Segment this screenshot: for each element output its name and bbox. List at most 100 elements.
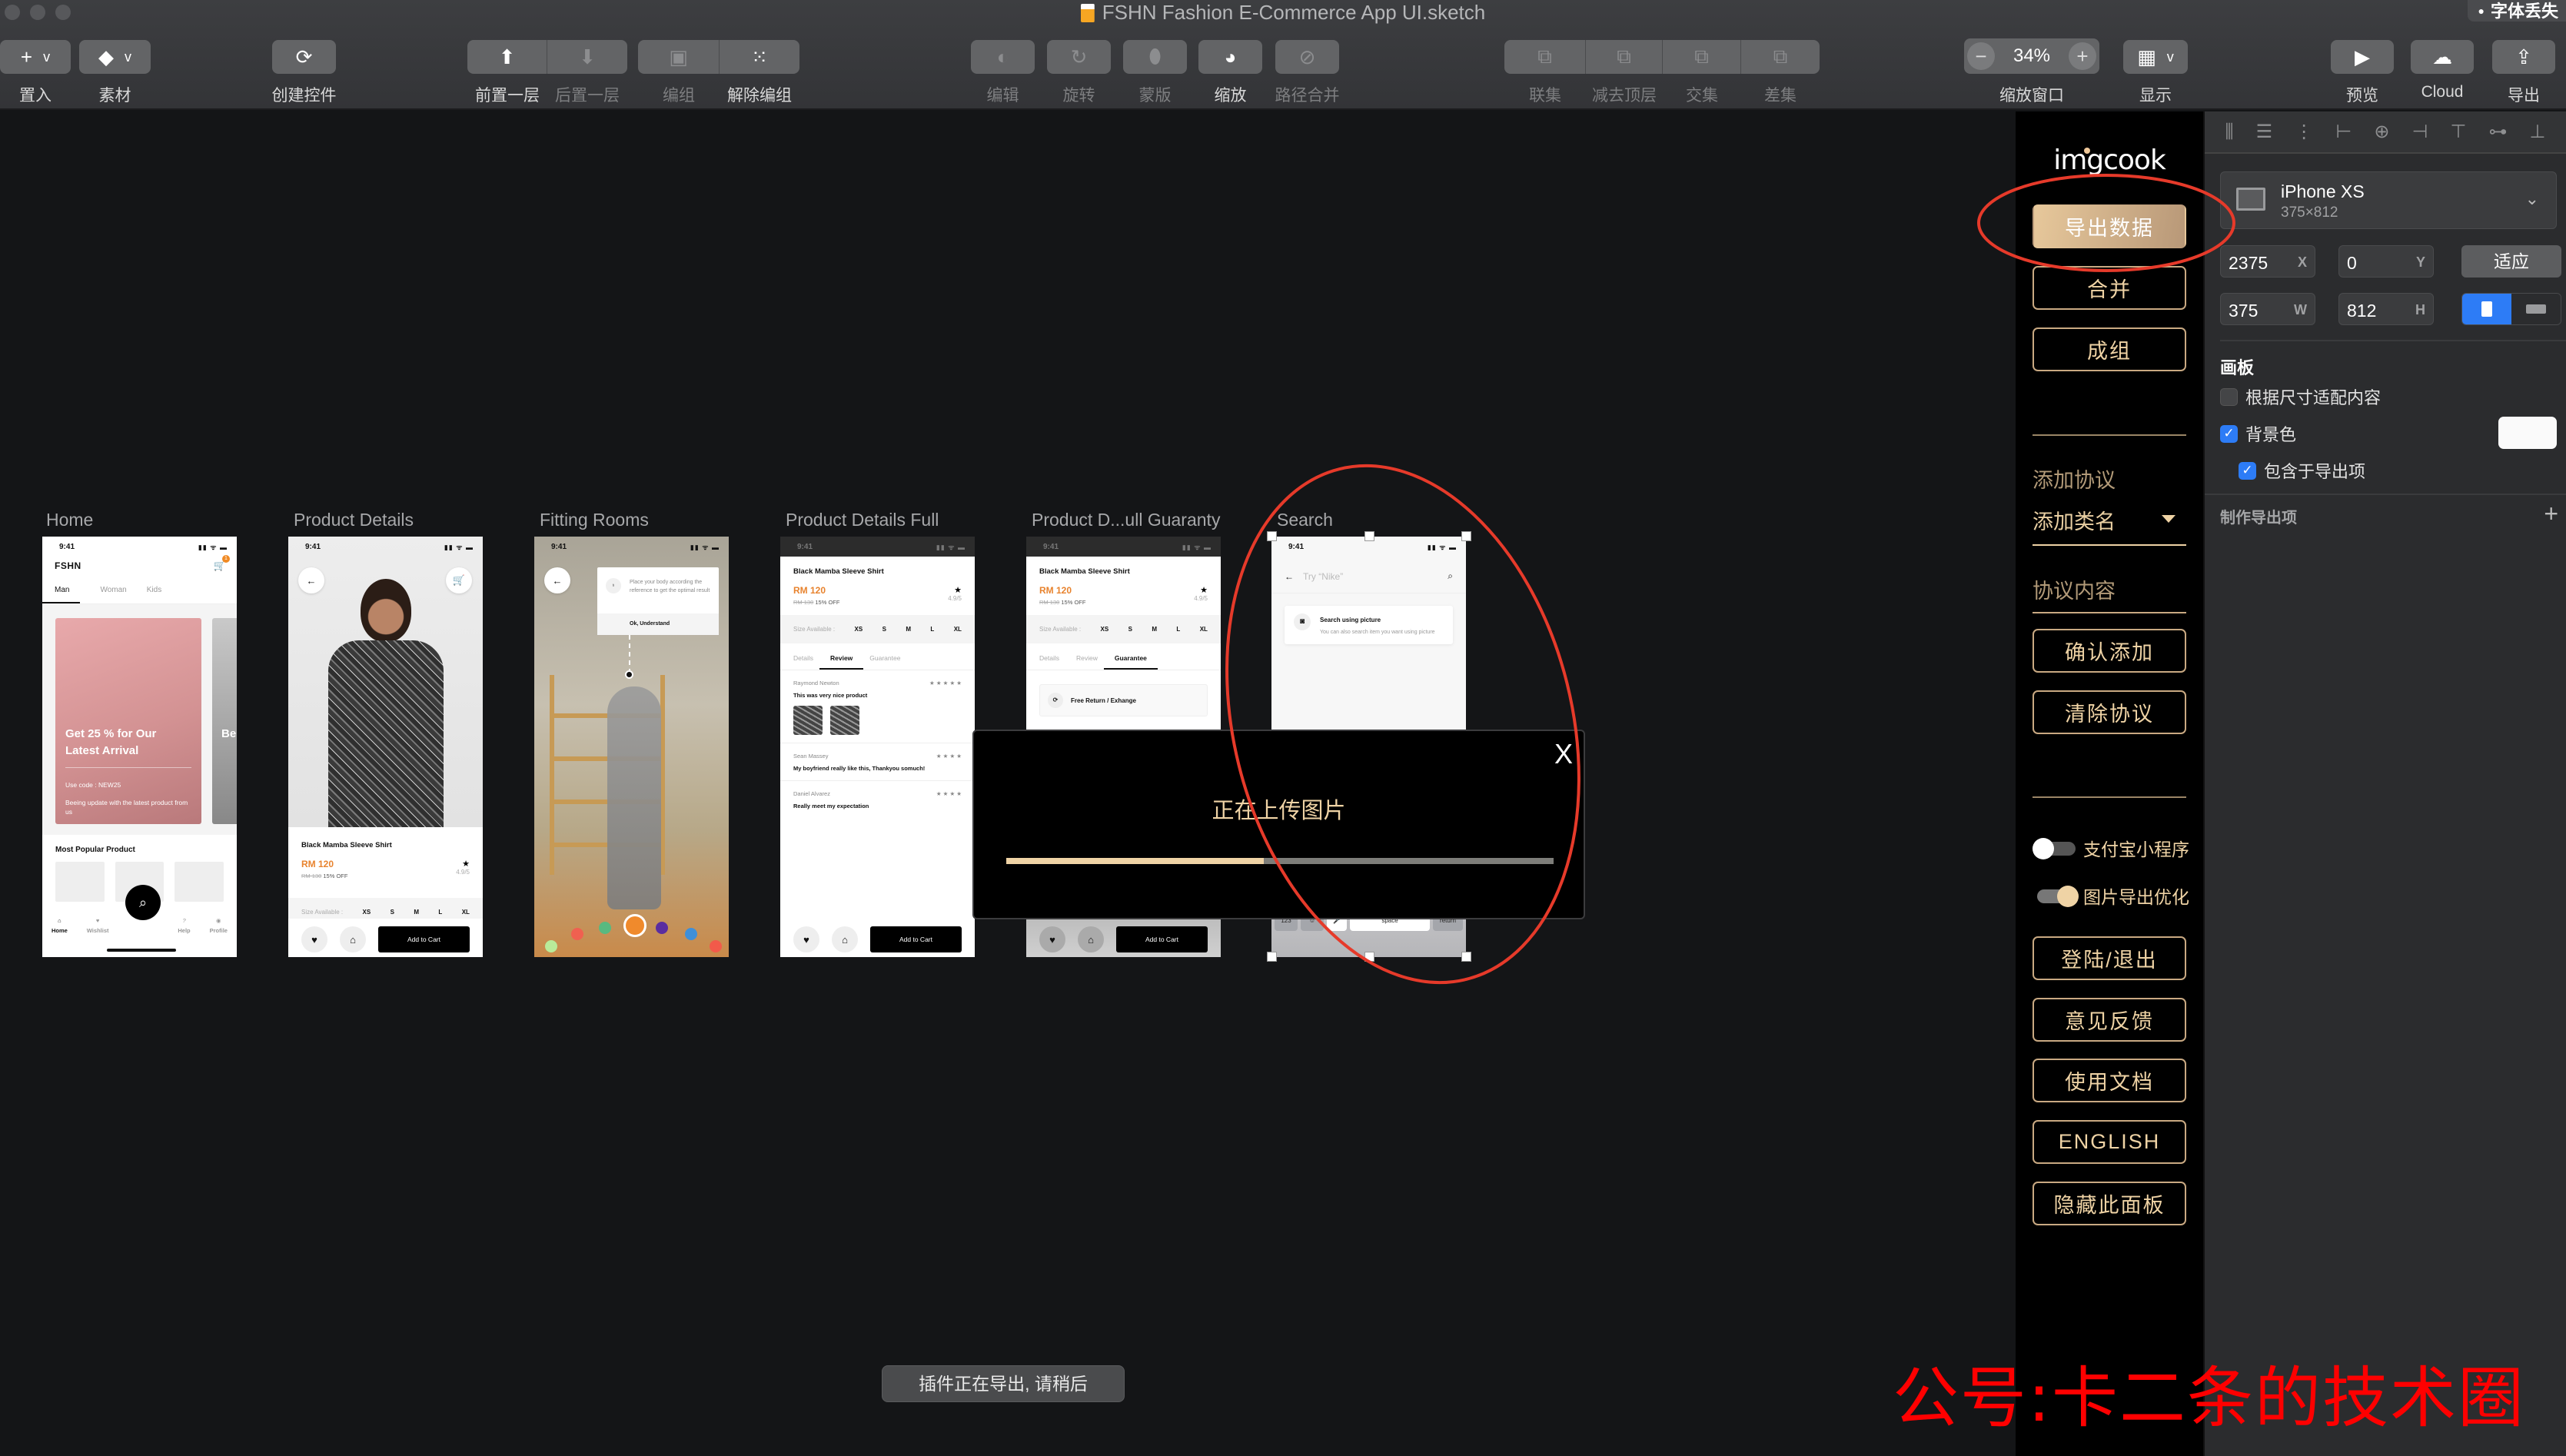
artboard-title-product-details[interactable]: Product Details bbox=[294, 510, 414, 530]
scale-icon: ◕ bbox=[1224, 45, 1237, 68]
add-export-icon[interactable]: + bbox=[2544, 501, 2558, 527]
status-bar: 9:41 ▮▮ ᯤ ▬ bbox=[534, 537, 729, 557]
artboard-product-details-full[interactable]: 9:41 ▮▮ ᯤ ▬ Black Mamba Sleeve Shirt RM 1… bbox=[780, 537, 975, 957]
edit-button[interactable]: ◐ bbox=[971, 40, 1035, 74]
assets-button[interactable]: ◆ v bbox=[79, 40, 151, 74]
rotate-button[interactable]: ↻ bbox=[1047, 40, 1111, 74]
resize-handle[interactable] bbox=[1461, 952, 1471, 962]
product-name: Black Mamba Sleeve Shirt bbox=[1039, 567, 1130, 576]
landscape-button[interactable] bbox=[2511, 294, 2561, 324]
artboard-fitting-rooms[interactable]: 9:41 ▮▮ ᯤ ▬ ← ♁ Place your body according… bbox=[534, 537, 729, 957]
resize-handle[interactable] bbox=[1267, 531, 1277, 541]
group-button[interactable]: ▣ bbox=[638, 40, 720, 74]
cloud-button[interactable]: ☁ bbox=[2411, 40, 2474, 74]
search-placeholder: Try “Nike” bbox=[1303, 570, 1344, 582]
hanger-icon: ⌂ bbox=[340, 926, 366, 952]
alipay-miniprogram-toggle[interactable] bbox=[2033, 838, 2079, 859]
union-button[interactable]: ⧉ bbox=[1504, 40, 1586, 74]
send-backward-button[interactable]: ⬇ bbox=[547, 40, 627, 74]
image-optimize-toggle[interactable] bbox=[2033, 886, 2079, 907]
x-field[interactable]: 2375 X bbox=[2220, 245, 2315, 278]
product-thumb bbox=[55, 862, 105, 902]
add-class-select[interactable]: 添加类名 bbox=[2033, 505, 2186, 535]
rating: 4.9/5 bbox=[456, 869, 470, 876]
swatch bbox=[710, 940, 722, 952]
missing-fonts-badge[interactable]: 字体丢失 bbox=[2467, 0, 2566, 22]
align-bottom-icon[interactable]: ⊥ bbox=[2530, 121, 2546, 143]
ungroup-button[interactable]: ⁙ bbox=[720, 40, 799, 74]
login-logout-button[interactable]: 登陆/退出 bbox=[2033, 936, 2186, 980]
include-in-export-checkbox[interactable]: ✓ bbox=[2239, 461, 2256, 480]
scale-button[interactable]: ◕ bbox=[1198, 40, 1262, 74]
resize-handle[interactable] bbox=[1267, 952, 1277, 962]
tab-details: Details bbox=[1039, 654, 1059, 662]
artboard-product-details[interactable]: 9:41 ▮▮ ᯤ ▬ ← 🛒 Black Mamba Sleeve Shirt … bbox=[288, 537, 483, 957]
align-right-icon[interactable]: ⊣ bbox=[2412, 121, 2428, 143]
protocol-content-input[interactable]: 协议内容 bbox=[2033, 574, 2116, 604]
flatten-button[interactable]: ⊘ bbox=[1275, 40, 1339, 74]
insert-button[interactable]: + v bbox=[0, 40, 71, 74]
background-color-checkbox[interactable]: ✓ bbox=[2220, 424, 2238, 443]
view-button[interactable]: ▦ v bbox=[2123, 40, 2188, 74]
width-field[interactable]: 375 W bbox=[2220, 293, 2315, 325]
resize-to-fit-checkbox[interactable] bbox=[2220, 387, 2238, 406]
hide-panel-button[interactable]: 隐藏此面板 bbox=[2033, 1182, 2186, 1225]
promo-banner: Get 25 % for Our Latest Arrival Use code… bbox=[55, 618, 201, 824]
tip-text: Place your body according the reference … bbox=[630, 580, 710, 593]
feedback-button[interactable]: 意见反馈 bbox=[2033, 998, 2186, 1042]
more-icon[interactable]: ⋮ bbox=[2295, 121, 2313, 143]
distribute-horizontal-icon[interactable]: ⫼ bbox=[2225, 121, 2234, 143]
y-field[interactable]: 0Y bbox=[2338, 245, 2434, 278]
subtract-button[interactable]: ⧉ bbox=[1586, 40, 1663, 74]
cloud-label: Cloud bbox=[2421, 83, 2464, 101]
detail-tabs: Details Review Guarantee bbox=[780, 643, 975, 670]
artboard-title-product-guaranty[interactable]: Product D...ull Guaranty bbox=[1032, 510, 1220, 530]
resize-handle[interactable] bbox=[1364, 531, 1374, 541]
background-color-well[interactable] bbox=[2498, 417, 2557, 449]
intersect-button[interactable]: ⧉ bbox=[1663, 40, 1741, 74]
y-key: Y bbox=[2415, 254, 2425, 270]
docs-button[interactable]: 使用文档 bbox=[2033, 1059, 2186, 1102]
export-button[interactable]: ⇪ bbox=[2492, 40, 2555, 74]
resize-handle[interactable] bbox=[1461, 531, 1471, 541]
zoom-out-button[interactable]: − bbox=[1967, 42, 1995, 70]
close-icon[interactable]: X bbox=[1554, 740, 1573, 768]
confirm-add-button[interactable]: 确认添加 bbox=[2033, 629, 2186, 673]
align-top-icon[interactable]: ⊤ bbox=[2450, 121, 2466, 143]
artboard-title-home[interactable]: Home bbox=[46, 510, 93, 530]
flatten-icon: ⊘ bbox=[1298, 45, 1316, 68]
landscape-icon bbox=[2526, 304, 2546, 314]
zoom-in-button[interactable]: + bbox=[2068, 42, 2096, 70]
align-middle-icon[interactable]: ⊶ bbox=[2488, 121, 2507, 143]
group-button[interactable]: 成组 bbox=[2033, 327, 2186, 371]
artboard-home[interactable]: 9:41 ▮▮ ᯤ ▬ FSHN 🛒 1 Man Woman Kids Get 25… bbox=[42, 537, 237, 957]
merge-button[interactable]: 合并 bbox=[2033, 266, 2186, 310]
height-field[interactable]: 812 H bbox=[2338, 293, 2434, 325]
artboard-title-fitting-rooms[interactable]: Fitting Rooms bbox=[540, 510, 649, 530]
distribute-vertical-icon[interactable]: ☰ bbox=[2256, 121, 2273, 143]
clear-protocol-button[interactable]: 清除协议 bbox=[2033, 690, 2186, 734]
signal-icon: ▮▮ ᯤ ▬ bbox=[444, 543, 474, 551]
portrait-button[interactable] bbox=[2462, 294, 2511, 324]
device-preset-select[interactable]: iPhone XS 375×812 ⌄ bbox=[2220, 171, 2557, 229]
artboard-title-product-details-full[interactable]: Product Details Full bbox=[786, 510, 939, 530]
english-button[interactable]: ENGLISH bbox=[2033, 1120, 2186, 1164]
mask-button[interactable]: ⬮ bbox=[1123, 40, 1187, 74]
create-symbol-button[interactable]: ⟳ bbox=[272, 40, 336, 74]
export-data-button[interactable]: 导出数据 bbox=[2033, 204, 2186, 248]
resize-handle[interactable] bbox=[1364, 952, 1374, 962]
home-banner-area: Get 25 % for Our Latest Arrival Use code… bbox=[42, 604, 237, 835]
y-value: 0 bbox=[2347, 253, 2357, 273]
artboard-title-search[interactable]: Search bbox=[1277, 510, 1333, 530]
discount: 15% OFF bbox=[1061, 599, 1086, 606]
home-tabs: Man Woman Kids bbox=[42, 580, 237, 604]
align-left-icon[interactable]: ⊢ bbox=[2335, 121, 2352, 143]
preview-button[interactable]: ▶ bbox=[2331, 40, 2394, 74]
create-symbol-face: ⟳ bbox=[272, 40, 336, 74]
fit-button[interactable]: 适应 bbox=[2461, 245, 2561, 278]
make-exportable-row: 制作导出项 + bbox=[2220, 501, 2558, 527]
difference-button[interactable]: ⧉ bbox=[1741, 40, 1820, 74]
review-text: This was very nice product bbox=[793, 692, 868, 699]
align-center-icon[interactable]: ⊕ bbox=[2374, 121, 2389, 143]
bring-forward-button[interactable]: ⬆ bbox=[467, 40, 547, 74]
